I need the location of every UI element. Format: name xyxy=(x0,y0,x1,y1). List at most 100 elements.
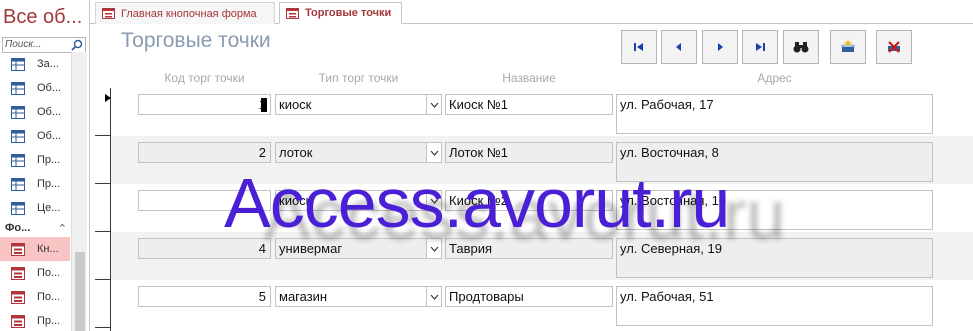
record-selector[interactable] xyxy=(95,232,111,280)
chevron-down-icon xyxy=(430,294,438,300)
nav-item-form-1[interactable]: Кн... xyxy=(0,237,70,261)
column-header-code: Код торг точки xyxy=(164,71,245,85)
chevron-up-icon[interactable]: ⌃ xyxy=(58,222,67,235)
dropdown-button[interactable] xyxy=(426,287,441,306)
tab-main-switchboard[interactable]: Главная кнопочная форма xyxy=(95,2,275,24)
nav-item-table-3[interactable]: Об... xyxy=(0,100,70,124)
nav-item-label: Це... xyxy=(37,202,61,214)
code-field[interactable]: 2 xyxy=(138,142,271,163)
type-value: лоток xyxy=(279,145,313,160)
forms-group-label: Фо... xyxy=(5,222,31,234)
tab-trade-points[interactable]: Торговые точки xyxy=(279,2,402,24)
nav-item-label: Кн... xyxy=(37,243,59,255)
nav-item-table-1[interactable]: За... xyxy=(0,52,70,76)
nav-item-label: За... xyxy=(37,58,59,70)
type-value: киоск xyxy=(279,97,312,112)
next-record-button[interactable] xyxy=(702,30,738,64)
navigation-scrollbar[interactable] xyxy=(71,52,87,331)
column-header-type: Тип торг точки xyxy=(318,71,399,85)
tab-label: Торговые точки xyxy=(305,7,392,19)
type-combobox[interactable]: киоск xyxy=(275,94,442,115)
find-icon xyxy=(793,42,809,53)
first-record-icon xyxy=(634,43,643,51)
name-value: Лоток №1 xyxy=(449,145,508,160)
nav-item-label: Об... xyxy=(37,130,62,142)
new-record-button[interactable] xyxy=(830,30,866,64)
text-cursor xyxy=(261,98,267,112)
type-combobox[interactable]: лоток xyxy=(275,142,442,163)
delete-record-button[interactable] xyxy=(876,30,912,64)
chevron-down-icon xyxy=(430,102,438,108)
search-icon[interactable] xyxy=(71,39,83,51)
record-selector[interactable] xyxy=(95,280,111,328)
code-value: 5 xyxy=(258,289,266,304)
nav-item-form-4[interactable]: Пр... xyxy=(0,309,70,331)
nav-item-form-3[interactable]: По... xyxy=(0,285,70,309)
nav-item-table-2[interactable]: Об... xyxy=(0,76,70,100)
nav-item-label: Об... xyxy=(37,82,62,94)
search-placeholder: Поиск... xyxy=(5,39,42,50)
name-field[interactable]: Продтовары xyxy=(445,286,613,307)
nav-item-label: По... xyxy=(37,291,61,303)
dropdown-button[interactable] xyxy=(426,95,441,114)
table-icon xyxy=(11,153,25,167)
tab-label: Главная кнопочная форма xyxy=(121,7,257,20)
address-value: ул. Восточная, 8 xyxy=(620,145,719,160)
table-icon xyxy=(11,177,25,191)
form-icon xyxy=(11,290,25,304)
nav-item-table-4[interactable]: Об... xyxy=(0,124,70,148)
new-record-icon xyxy=(841,39,855,52)
address-field[interactable]: ул. Рабочая, 51 xyxy=(616,286,933,326)
navigation-pane-title[interactable]: Все об... xyxy=(3,6,89,29)
form-icon xyxy=(102,8,115,19)
last-record-button[interactable] xyxy=(742,30,778,64)
table-icon xyxy=(11,105,25,119)
record-selector[interactable] xyxy=(95,88,111,136)
name-value: Киоск №1 xyxy=(449,97,509,112)
nav-item-table-6[interactable]: Пр... xyxy=(0,172,70,196)
code-field[interactable]: 5 xyxy=(138,286,271,307)
address-field[interactable]: ул. Рабочая, 17 xyxy=(616,94,933,134)
last-record-icon xyxy=(756,43,765,51)
nav-item-label: Пр... xyxy=(37,178,61,190)
next-record-icon xyxy=(718,43,723,51)
address-value: ул. Рабочая, 51 xyxy=(620,289,714,304)
table-icon xyxy=(11,81,25,95)
form-icon xyxy=(286,7,299,19)
previous-record-button[interactable] xyxy=(661,30,697,64)
name-field[interactable]: Лоток №1 xyxy=(445,142,613,163)
find-record-button[interactable] xyxy=(783,30,819,64)
nav-item-table-7[interactable]: Це... xyxy=(0,196,70,220)
record-selector[interactable] xyxy=(95,184,111,232)
address-value: ул. Рабочая, 17 xyxy=(620,97,714,112)
table-icon xyxy=(11,201,25,215)
previous-record-icon xyxy=(676,43,681,51)
nav-item-form-2[interactable]: По... xyxy=(0,261,70,285)
record-selector[interactable] xyxy=(95,136,111,184)
code-field[interactable]: 1 xyxy=(138,94,271,115)
name-field[interactable]: Киоск №1 xyxy=(445,94,613,115)
first-record-button[interactable] xyxy=(621,30,657,64)
table-icon xyxy=(11,57,25,71)
chevron-down-icon xyxy=(430,150,438,156)
column-header-address: Адрес xyxy=(757,71,792,85)
nav-item-label: По... xyxy=(37,267,61,279)
name-value: Продтовары xyxy=(449,289,524,304)
delete-record-icon xyxy=(888,41,900,53)
record-row: 5 магазин Продтовары ул. Рабочая, 51 xyxy=(111,280,973,328)
type-value: магазин xyxy=(279,289,328,304)
form-icon xyxy=(11,242,25,256)
scrollbar-thumb[interactable] xyxy=(75,252,85,331)
type-combobox[interactable]: магазин xyxy=(275,286,442,307)
record-row: 1 киоск Киоск №1 ул. Рабочая, 17 xyxy=(111,88,973,136)
access-window: Все об... Поиск... За... Об... Об... Об.… xyxy=(0,0,973,331)
nav-item-label: Пр... xyxy=(37,315,61,327)
nav-item-table-5[interactable]: Пр... xyxy=(0,148,70,172)
dropdown-button[interactable] xyxy=(426,143,441,162)
forms-group-header[interactable]: Фо... ⌃ xyxy=(5,220,67,236)
navigation-pane: Все об... Поиск... За... Об... Об... Об.… xyxy=(0,0,90,331)
column-header-name: Название xyxy=(502,71,556,85)
form-icon xyxy=(11,314,25,328)
document-tab-bar: Главная кнопочная форма Торговые точки xyxy=(90,0,973,24)
navigation-search-input[interactable]: Поиск... xyxy=(2,37,86,53)
